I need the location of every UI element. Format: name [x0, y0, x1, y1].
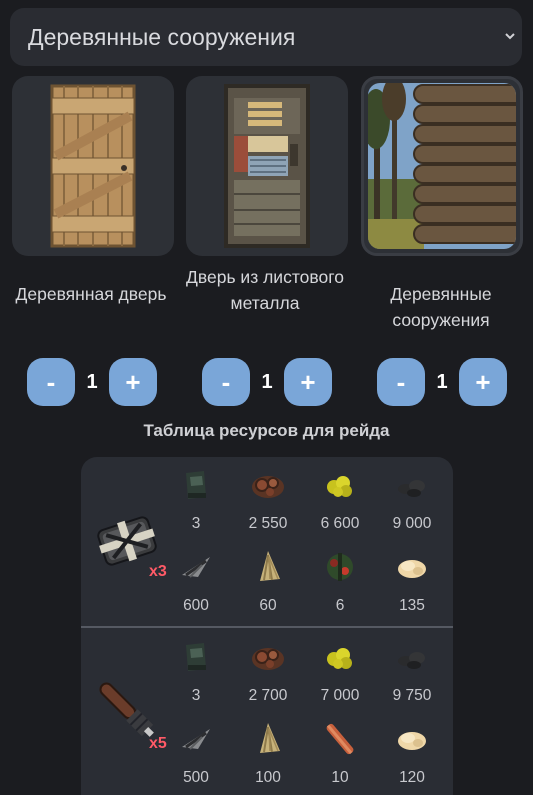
quantity-value: 1	[261, 370, 273, 393]
resource-value: 500	[183, 769, 209, 786]
resource-gunpowder: 3	[160, 637, 232, 705]
increase-button[interactable]: +	[459, 358, 507, 406]
sheet-metal-door-image	[224, 84, 310, 248]
raid-resource-table: x3 3 2 550 6 600 9 000 600 60 6 135 x5 3…	[81, 457, 453, 795]
row-divider	[81, 626, 453, 628]
beancan-grenade-icon	[327, 553, 353, 581]
raid-table-title: Таблица ресурсов для рейда	[143, 421, 390, 440]
resource-cloth: 60	[232, 547, 304, 615]
wooden-door-card[interactable]	[12, 76, 174, 256]
increase-button[interactable]: +	[109, 358, 157, 406]
cloth-icon	[260, 723, 280, 753]
resource-charcoal: 9 000	[376, 465, 448, 533]
metal-pipe-icon	[326, 723, 354, 755]
resource-charcoal: 9 750	[376, 637, 448, 705]
satchel-charge-icon	[97, 516, 157, 566]
animal-fat-icon	[398, 560, 426, 578]
sulfur-icon	[327, 476, 352, 497]
resource-metal-fragments: 2 700	[232, 637, 304, 705]
resource-rope: 500	[160, 719, 232, 787]
resource-value: 3	[191, 687, 201, 704]
resource-value: 120	[399, 769, 425, 786]
metal-fragments-icon	[252, 648, 284, 670]
increase-button[interactable]: +	[284, 358, 332, 406]
chevron-down-icon	[505, 33, 515, 40]
resource-sulfur: 6 600	[304, 465, 376, 533]
quantity-stepper-wooden-structures: - 1 +	[377, 357, 507, 407]
gunpowder-icon	[186, 643, 206, 671]
resource-gunpowder: 3	[160, 465, 232, 533]
resource-value: 135	[399, 597, 425, 614]
resource-value: 2 700	[248, 687, 288, 704]
gunpowder-icon	[186, 471, 206, 499]
quantity-stepper-sheet-metal-door: - 1 +	[202, 357, 332, 407]
quantity-value: 1	[436, 370, 448, 393]
decrease-button[interactable]: -	[377, 358, 425, 406]
resource-value: 7 000	[320, 687, 360, 704]
decrease-button[interactable]: -	[202, 358, 250, 406]
resource-sulfur: 7 000	[304, 637, 376, 705]
metal-fragments-icon	[252, 476, 284, 498]
resource-value: 9 750	[392, 687, 432, 704]
resource-cloth: 100	[232, 719, 304, 787]
resource-beancan-grenade: 6	[304, 547, 376, 615]
resource-value: 9 000	[392, 515, 432, 532]
resource-value: 6	[335, 597, 345, 614]
rope-icon	[182, 729, 210, 750]
resource-animal-fat: 120	[376, 719, 448, 787]
sheet-metal-door-card[interactable]	[186, 76, 348, 256]
resource-metal-fragments: 2 550	[232, 465, 304, 533]
cloth-icon	[260, 551, 280, 581]
wooden-door-image	[50, 84, 136, 248]
structure-select[interactable]: Деревянные сооружения	[10, 8, 522, 66]
resource-value: 100	[255, 769, 281, 786]
item-name-wooden-structures: Деревянные сооружения	[390, 284, 492, 330]
structure-select-value: Деревянные сооружения	[28, 23, 296, 50]
resource-animal-fat: 135	[376, 547, 448, 615]
wooden-structures-card[interactable]	[361, 76, 523, 256]
charcoal-icon	[398, 652, 425, 669]
sulfur-icon	[327, 648, 352, 669]
item-name-sheet-metal-door: Дверь из листового металла	[186, 267, 344, 313]
rope-icon	[182, 557, 210, 578]
animal-fat-icon	[398, 732, 426, 750]
quantity-value: 1	[86, 370, 98, 393]
resource-value: 6 600	[320, 515, 360, 532]
resource-value: 600	[183, 597, 209, 614]
resource-value: 3	[191, 515, 201, 532]
resource-value: 10	[331, 769, 349, 786]
charcoal-icon	[398, 480, 425, 497]
resource-value: 2 550	[248, 515, 288, 532]
resource-value: 60	[259, 597, 277, 614]
item-name-wooden-door: Деревянная дверь	[15, 284, 167, 304]
decrease-button[interactable]: -	[27, 358, 75, 406]
quantity-stepper-wooden-door: - 1 +	[27, 357, 157, 407]
resource-metal-pipe: 10	[304, 719, 376, 787]
wooden-structures-image	[368, 83, 516, 249]
resource-rope: 600	[160, 547, 232, 615]
